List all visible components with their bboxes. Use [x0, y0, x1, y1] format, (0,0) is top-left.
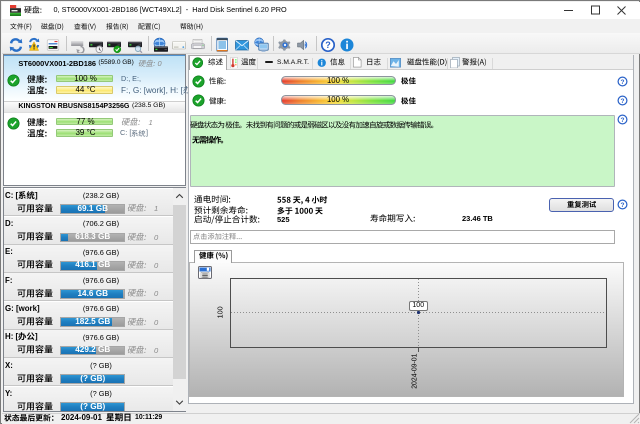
svg-text:?: ?	[325, 40, 331, 50]
svg-text:?: ?	[621, 117, 625, 124]
svg-text:?: ?	[621, 202, 625, 209]
svg-text:?: ?	[621, 98, 625, 105]
svg-text:?: ?	[621, 79, 625, 86]
